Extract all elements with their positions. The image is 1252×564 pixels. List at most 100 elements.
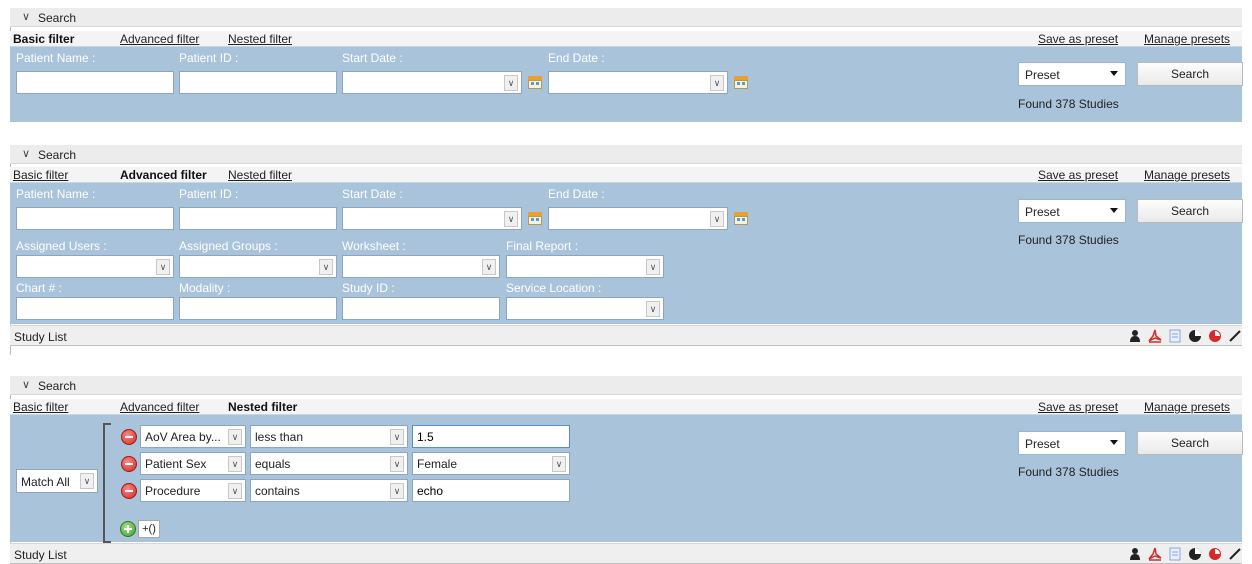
- rule-field-select[interactable]: Patient Sex ∨: [140, 452, 246, 475]
- chevron-down-icon[interactable]: ∨: [390, 428, 404, 445]
- add-rule-icon[interactable]: [120, 521, 136, 537]
- rule-field-select[interactable]: AoV Area by... ∨: [140, 425, 246, 448]
- pencil-icon[interactable]: [1228, 547, 1242, 561]
- chevron-down-icon[interactable]: ∨: [710, 210, 724, 227]
- tab-nested-filter[interactable]: Nested filter: [228, 400, 297, 414]
- chart-number-input[interactable]: [16, 297, 174, 320]
- chevron-down-icon[interactable]: ∨: [228, 428, 242, 445]
- rule-operator-select[interactable]: less than ∨: [250, 425, 408, 448]
- chevron-down-icon[interactable]: ∨: [504, 74, 518, 91]
- tab-basic-filter[interactable]: Basic filter: [13, 32, 74, 46]
- chevron-down-icon[interactable]: ∨: [156, 258, 170, 275]
- modality-label: Modality :: [179, 281, 231, 295]
- chevron-down-icon[interactable]: ∨: [646, 258, 660, 275]
- start-date-select[interactable]: ∨: [342, 71, 522, 94]
- end-date-label: End Date :: [548, 51, 605, 65]
- chevron-down-icon[interactable]: ∨: [482, 258, 496, 275]
- tab-basic-filter[interactable]: Basic filter: [13, 168, 68, 182]
- rule-value-select[interactable]: Female ∨: [412, 452, 570, 475]
- red-chart-icon[interactable]: [1208, 547, 1222, 561]
- rule-value-input[interactable]: [412, 479, 570, 502]
- chevron-down-icon[interactable]: ∨: [228, 455, 242, 472]
- tab-nested-filter[interactable]: Nested filter: [228, 32, 292, 46]
- manage-presets-link[interactable]: Manage presets: [1144, 400, 1230, 414]
- found-studies-count: Found 378 Studies: [1018, 97, 1119, 111]
- rule-field-select[interactable]: Procedure ∨: [140, 479, 246, 502]
- pdf-icon[interactable]: [1148, 329, 1162, 343]
- add-group-button[interactable]: +(): [138, 520, 160, 538]
- caret-down-icon: [1110, 440, 1118, 445]
- rule-operator-select[interactable]: equals ∨: [250, 452, 408, 475]
- chevron-down-icon[interactable]: ∨: [710, 74, 724, 91]
- chevron-down-icon[interactable]: ∨: [22, 147, 30, 160]
- final-report-select[interactable]: ∨: [506, 255, 664, 278]
- user-icon[interactable]: [1128, 329, 1142, 343]
- remove-rule-icon[interactable]: [121, 456, 137, 472]
- match-mode-select[interactable]: Match All ∨: [16, 469, 98, 493]
- chevron-down-icon[interactable]: ∨: [228, 482, 242, 499]
- calendar-icon[interactable]: [734, 212, 748, 225]
- start-date-select[interactable]: ∨: [342, 207, 522, 230]
- assigned-groups-label: Assigned Groups :: [179, 239, 278, 253]
- rule-value-input[interactable]: [412, 425, 570, 448]
- pie-chart-icon[interactable]: [1188, 329, 1202, 343]
- red-chart-icon[interactable]: [1208, 329, 1222, 343]
- remove-rule-icon[interactable]: [121, 483, 137, 499]
- chevron-down-icon[interactable]: ∨: [390, 482, 404, 499]
- tab-advanced-filter[interactable]: Advanced filter: [120, 400, 199, 414]
- chevron-down-icon[interactable]: ∨: [80, 473, 94, 489]
- search-header[interactable]: ∨ Search: [10, 145, 1242, 164]
- document-icon[interactable]: [1168, 547, 1182, 561]
- calendar-icon[interactable]: [528, 76, 542, 89]
- patient-id-input[interactable]: [179, 71, 337, 94]
- search-button[interactable]: Search: [1137, 199, 1243, 223]
- chevron-down-icon[interactable]: ∨: [22, 10, 30, 23]
- manage-presets-link[interactable]: Manage presets: [1144, 168, 1230, 182]
- tab-basic-filter[interactable]: Basic filter: [13, 400, 68, 414]
- found-studies-count: Found 378 Studies: [1018, 465, 1119, 479]
- preset-select[interactable]: Preset: [1018, 199, 1126, 223]
- tab-advanced-filter[interactable]: Advanced filter: [120, 168, 207, 182]
- calendar-icon[interactable]: [734, 76, 748, 89]
- chevron-down-icon[interactable]: ∨: [390, 455, 404, 472]
- tab-nested-filter[interactable]: Nested filter: [228, 168, 292, 182]
- tab-advanced-filter[interactable]: Advanced filter: [120, 32, 199, 46]
- user-icon[interactable]: [1128, 547, 1142, 561]
- pdf-icon[interactable]: [1148, 547, 1162, 561]
- service-location-select[interactable]: ∨: [506, 297, 664, 320]
- end-date-select[interactable]: ∨: [548, 207, 728, 230]
- remove-rule-icon[interactable]: [121, 429, 137, 445]
- patient-id-input[interactable]: [179, 207, 337, 230]
- nested-filter-panel: ∨ Search Basic filter Advanced filter Ne…: [10, 376, 1243, 564]
- calendar-icon[interactable]: [528, 212, 542, 225]
- start-date-label: Start Date :: [342, 187, 403, 201]
- search-button[interactable]: Search: [1137, 431, 1243, 455]
- chevron-down-icon[interactable]: ∨: [552, 455, 566, 472]
- preset-select[interactable]: Preset: [1018, 431, 1126, 455]
- search-header[interactable]: ∨ Search: [10, 376, 1242, 395]
- chevron-down-icon[interactable]: ∨: [319, 258, 333, 275]
- save-as-preset-link[interactable]: Save as preset: [1038, 400, 1118, 414]
- worksheet-select[interactable]: ∨: [342, 255, 500, 278]
- save-as-preset-link[interactable]: Save as preset: [1038, 168, 1118, 182]
- modality-input[interactable]: [179, 297, 337, 320]
- end-date-select[interactable]: ∨: [548, 71, 728, 94]
- assigned-groups-select[interactable]: ∨: [179, 255, 337, 278]
- pie-chart-icon[interactable]: [1188, 547, 1202, 561]
- patient-name-input[interactable]: [16, 207, 174, 230]
- pencil-icon[interactable]: [1228, 329, 1242, 343]
- document-icon[interactable]: [1168, 329, 1182, 343]
- search-button[interactable]: Search: [1137, 62, 1243, 86]
- chevron-down-icon[interactable]: ∨: [22, 378, 30, 391]
- patient-name-label: Patient Name :: [16, 51, 96, 65]
- chevron-down-icon[interactable]: ∨: [504, 210, 518, 227]
- manage-presets-link[interactable]: Manage presets: [1144, 32, 1230, 46]
- save-as-preset-link[interactable]: Save as preset: [1038, 32, 1118, 46]
- patient-name-input[interactable]: [16, 71, 174, 94]
- search-header[interactable]: ∨ Search: [10, 8, 1242, 27]
- chevron-down-icon[interactable]: ∨: [646, 300, 660, 317]
- assigned-users-select[interactable]: ∨: [16, 255, 174, 278]
- rule-operator-select[interactable]: contains ∨: [250, 479, 408, 502]
- study-id-input[interactable]: [342, 297, 500, 320]
- preset-select[interactable]: Preset: [1018, 62, 1126, 86]
